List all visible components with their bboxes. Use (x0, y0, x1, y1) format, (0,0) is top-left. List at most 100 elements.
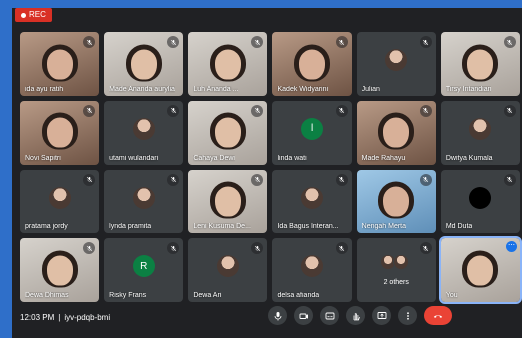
participant-tile[interactable]: Nengah Merta (356, 169, 436, 234)
participant-tile[interactable]: Luh Ananda ... (188, 32, 268, 96)
participant-video (294, 44, 331, 82)
participant-tile[interactable]: Md Duta (440, 169, 520, 234)
participant-tile[interactable]: Dewa Ari (188, 238, 268, 302)
participant-name: Made Rahayu (361, 154, 406, 162)
mic-off-icon (251, 104, 264, 117)
participant-name: linda wati (277, 154, 307, 162)
participant-name: Julian (361, 85, 380, 93)
hang-up-button[interactable] (424, 306, 452, 325)
mic-off-icon (503, 173, 516, 186)
participant-name: Md Duta (445, 223, 473, 231)
participant-tile[interactable]: Dewa Dhimas (20, 238, 100, 302)
mic-icon (274, 311, 281, 320)
mic-off-icon (167, 104, 180, 117)
mic-off-icon (419, 173, 432, 186)
captions-icon (325, 312, 334, 319)
participant-name: Leni Kusuma De... (193, 223, 251, 231)
others-count-label: 2 others (383, 279, 409, 287)
participant-tile[interactable]: Made Rahayu (356, 100, 436, 165)
mic-off-icon (251, 242, 264, 255)
participant-name: Dewa Ari (193, 292, 222, 299)
meeting-code: iyv-pdqb-bmi (64, 313, 111, 322)
participant-video (209, 112, 246, 150)
participant-tile[interactable]: Leni Kusuma De... (188, 169, 268, 234)
participant-video (462, 250, 499, 288)
more-options-icon (406, 311, 409, 320)
participant-name: Made Ananda aurylia (109, 85, 175, 93)
camera-icon (299, 313, 308, 319)
participant-avatar: R (132, 255, 155, 278)
participant-video (209, 44, 246, 82)
participant-video (378, 181, 415, 219)
participant-video (41, 44, 78, 82)
meet-window: REC ida ayu ratih Made Ananda aurylia Luh … (12, 8, 522, 338)
self-view-tile[interactable]: You ⋯ (438, 236, 522, 304)
participant-avatar: l (301, 117, 324, 140)
participant-tile[interactable]: delsa afianda (272, 238, 352, 302)
participant-tile[interactable]: Ida Bagus Interan... (272, 169, 352, 234)
mic-off-icon (83, 242, 96, 255)
participant-avatar (48, 186, 71, 209)
mic-off-icon (83, 173, 96, 186)
participant-tile[interactable]: R Risky Frans (104, 238, 184, 302)
participant-tile[interactable]: Tirsy Intandian (440, 32, 520, 96)
participant-avatar (301, 186, 324, 209)
participant-name: You (445, 292, 458, 299)
participant-video (462, 44, 499, 82)
participant-tile[interactable]: Made Ananda aurylia (104, 32, 184, 96)
participant-name: Tirsy Intandian (445, 85, 492, 93)
mic-button[interactable] (268, 306, 287, 325)
present-button[interactable] (372, 306, 391, 325)
participant-avatar (385, 49, 408, 72)
participant-video (378, 112, 415, 150)
participant-name: Kadek Widyarini (277, 85, 329, 93)
participant-name: ida ayu ratih (25, 85, 64, 93)
mic-off-icon (167, 173, 180, 186)
participant-name: Ida Bagus Interan... (277, 223, 339, 231)
more-options-button[interactable] (398, 306, 417, 325)
recording-badge: REC (15, 8, 52, 22)
participant-video (41, 250, 78, 288)
raise-hand-button[interactable] (346, 306, 365, 325)
participant-avatar (132, 117, 155, 140)
participant-name: Novi Sapitri (25, 154, 61, 162)
mic-off-icon (503, 36, 516, 48)
mic-off-icon (419, 242, 432, 255)
participant-tile[interactable]: pratama jordy (20, 169, 100, 234)
participant-video (125, 44, 162, 82)
participant-tile[interactable]: utami wulandari (104, 100, 184, 165)
mic-off-icon (335, 36, 348, 48)
participant-avatar (216, 255, 239, 278)
participant-tile[interactable]: Cahaya Dewi (188, 100, 268, 165)
participant-tile[interactable]: ida ayu ratih (20, 32, 100, 96)
tile-more-options-button[interactable]: ⋯ (505, 241, 517, 253)
participant-tile[interactable]: lynda pramita (104, 169, 184, 234)
participant-video (41, 112, 78, 150)
mic-off-icon (167, 242, 180, 255)
participant-video (209, 181, 246, 219)
camera-button[interactable] (294, 306, 313, 325)
mic-off-icon (503, 104, 516, 117)
participant-tile[interactable]: Kadek Widyarini (272, 32, 352, 96)
participant-tile[interactable]: Julian (356, 32, 436, 96)
meeting-info: 12:03 PM | iyv-pdqb-bmi (20, 313, 110, 322)
mic-off-icon (251, 173, 264, 186)
participant-avatar (469, 117, 492, 140)
participant-tile[interactable]: 2 others (356, 238, 436, 302)
mic-off-icon (419, 36, 432, 48)
participant-name: Cahaya Dewi (193, 154, 235, 162)
others-avatars (380, 254, 410, 271)
mic-off-icon (335, 104, 348, 117)
participant-tile[interactable]: Novi Sapitri (20, 100, 100, 165)
mic-off-icon (83, 36, 96, 48)
participant-tile[interactable]: Dwitya Kumala (440, 100, 520, 165)
record-dot-icon (21, 12, 26, 18)
participant-name: delsa afianda (277, 292, 320, 299)
participant-tile[interactable]: l linda wati (272, 100, 352, 165)
captions-button[interactable] (320, 306, 339, 325)
call-controls (268, 306, 452, 325)
participant-name: pratama jordy (25, 223, 68, 231)
participant-avatar (132, 186, 155, 209)
mic-off-icon (83, 104, 96, 117)
mic-off-icon (167, 36, 180, 48)
